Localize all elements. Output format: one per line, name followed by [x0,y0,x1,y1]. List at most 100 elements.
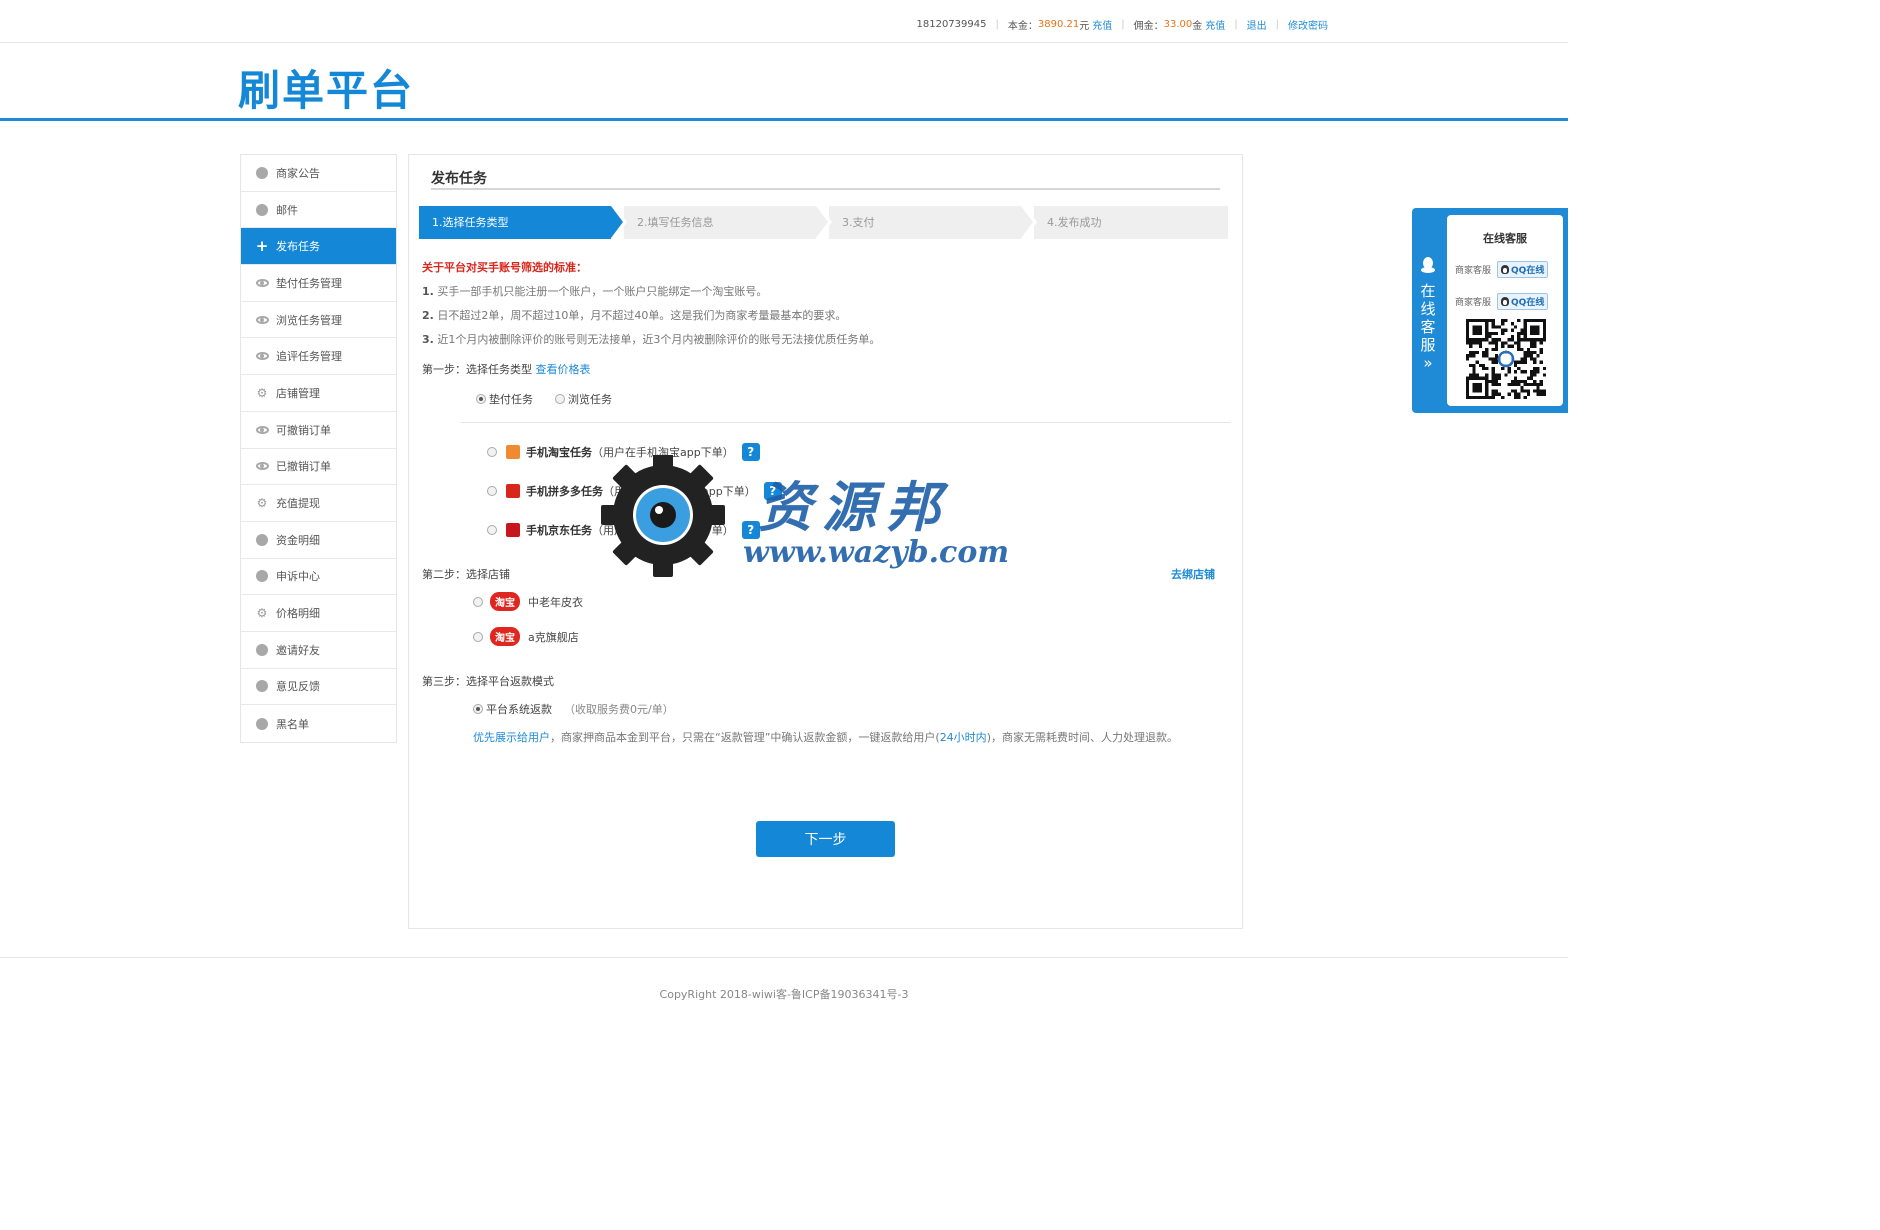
qq-online-button[interactable]: QQ在线 [1497,261,1549,278]
online-service-panel: 在 线 客 服 » 在线客服 商家客服 QQ在线 商家客服 QQ在线 [1412,208,1568,413]
step2-label: 第二步：选择店铺 [422,568,510,581]
store-option[interactable]: 淘宝 a克旗舰店 [473,627,579,646]
platform-option-taobao[interactable]: 手机淘宝任务 （用户在手机淘宝app下单） ? [487,443,760,461]
site-header: 刷单平台 [0,43,1568,121]
sidebar-nav: 商家公告 邮件 + 发布任务 垫付任务管理 浏览任务管理 追评任务管理 ⚙ 店铺管理 可撤销订单已… [240,154,397,743]
sidebar-item-6[interactable]: 追评任务管理 [241,338,396,376]
step-arrow [611,206,623,238]
platform-radio[interactable] [487,486,497,496]
help-icon[interactable]: ? [763,482,782,500]
title-divider [431,188,1220,190]
rule-item: 2. 日不超过2单，周不超过10单，月不超过40单。这是我们为商家考量最基本的要… [422,307,846,323]
sidebar-item-12[interactable]: 申诉中心 [241,558,396,596]
eye-icon [255,459,269,473]
logout-link[interactable]: 退出 [1247,17,1267,32]
task-type-radio-browse[interactable] [555,394,565,404]
separator: | [1234,19,1238,30]
service-row: 商家客服 QQ在线 [1455,293,1549,310]
sidebar-item-5[interactable]: 浏览任务管理 [241,301,396,339]
sidebar-item-11[interactable]: 资金明细 [241,521,396,559]
commission-label: 佣金： [1133,21,1164,32]
database-icon [255,533,269,547]
service-label: 商家客服 [1455,266,1492,276]
refund-desc-text: ，商家押商品本金到平台，只需在“返款管理”中确认返款金额，一键返款给用户( [550,731,940,744]
store-radio[interactable] [473,631,483,642]
platform-note: （用户在手机淘宝app下单） [592,446,734,459]
qq-online-label: QQ在线 [1511,298,1545,308]
help-icon[interactable]: ? [741,443,760,461]
commission-unit: 金 [1192,21,1203,32]
step-arrow [816,206,828,238]
sidebar-item-label: 邀请好友 [276,643,320,657]
platform-name: 手机京东任务 [526,524,592,537]
sidebar-item-label: 充值提现 [276,497,320,511]
task-type-label: 垫付任务 [489,393,533,406]
task-type-radio-advance[interactable] [476,394,486,404]
sidebar-item-1[interactable]: 商家公告 [241,155,396,192]
sidebar-item-label: 商家公告 [276,166,320,180]
footer-copyright: CopyRight 2018-wiwi客-鲁ICP备19036341号-3 [659,988,909,1001]
store-option[interactable]: 淘宝 中老年皮衣 [473,592,583,611]
sidebar-item-9[interactable]: 已撤销订单 [241,448,396,486]
help-icon[interactable]: ? [741,521,760,539]
store-radio[interactable] [473,596,483,607]
sidebar-item-8[interactable]: 可撤销订单 [241,411,396,449]
platform-radio[interactable] [487,525,497,535]
plus-icon: + [255,237,269,256]
sidebar-item-10[interactable]: ⚙ 充值提现 [241,485,396,522]
priority-display-link[interactable]: 优先展示给用户 [473,729,550,745]
sidebar-item-4[interactable]: 垫付任务管理 [241,265,396,302]
step-2: 2.填写任务信息 [624,206,832,239]
platform-option-pinduoduo[interactable]: 手机拼多多任务 （用户在手机拼多多app下单） ? [487,482,782,500]
refund-mode-radio[interactable] [473,704,483,714]
bind-store-link[interactable]: 去绑店铺 [1171,566,1215,582]
step-3-label: 3.支付 [842,216,875,229]
eye-icon [255,276,269,290]
qq-online-button[interactable]: QQ在线 [1497,293,1549,310]
taobao-badge: 淘宝 [490,592,520,611]
online-service-tab[interactable]: 在 线 客 服 » [1412,208,1444,413]
section-divider [461,422,1231,423]
sidebar-item-16[interactable]: 黑名单 [241,705,396,742]
sidebar-item-2[interactable]: 邮件 [241,191,396,229]
sidebar-item-7[interactable]: ⚙ 店铺管理 [241,375,396,412]
recharge-principal-link[interactable]: 充值 [1092,17,1112,32]
sidebar-item-label: 邮件 [276,203,298,217]
sidebar-item-label: 店铺管理 [276,386,320,400]
tab-char: 客 [1420,318,1436,336]
site-logo[interactable]: 刷单平台 [238,57,414,118]
refund-mode-option[interactable]: 平台系统返款 （收取服务费0元/单） [473,701,674,717]
service-content: 在线客服 商家客服 QQ在线 商家客服 QQ在线 [1447,215,1563,406]
jd-app-icon [506,523,520,537]
service-label: 商家客服 [1455,298,1492,308]
platform-name: 手机拼多多任务 [526,485,603,498]
page-title: 发布任务 [431,171,487,187]
taobao-app-icon [506,445,520,459]
refund-desc-text: )，商家无需耗费时间、人力处理退款。 [986,731,1178,744]
step-4: 4.发布成功 [1034,206,1228,239]
principal-label: 本金： [1007,21,1038,32]
gear-icon: ⚙ [256,606,268,621]
sidebar-item-3[interactable]: + 发布任务 [241,228,396,266]
price-table-link[interactable]: 查看价格表 [536,363,591,376]
sidebar-item-label: 价格明细 [276,607,320,621]
next-step-button[interactable]: 下一步 [756,821,895,857]
qq-icon [1412,256,1444,278]
eye-icon [255,313,269,327]
step-3: 3.支付 [829,206,1037,239]
sidebar-item-13[interactable]: ⚙ 价格明细 [241,595,396,632]
recharge-commission-link[interactable]: 充值 [1205,17,1225,32]
sidebar-item-label: 可撤销订单 [276,423,331,437]
change-password-link[interactable]: 修改密码 [1288,17,1328,32]
tab-char: 线 [1420,300,1436,318]
sidebar-item-14[interactable]: 邀请好友 [241,631,396,669]
platform-option-jd[interactable]: 手机京东任务 （用户在手机京东app下单） ? [487,521,760,539]
separator: | [1121,19,1125,30]
store-name: 中老年皮衣 [528,595,583,609]
platform-radio[interactable] [487,447,497,457]
sidebar-item-15[interactable]: 意见反馈 [241,668,396,706]
rule-item: 3. 近1个月内被删除评价的账号则无法接单，近3个月内被删除评价的账号无法接优质… [422,331,880,347]
step-4-label: 4.发布成功 [1047,216,1102,229]
penguin-icon [1501,297,1510,306]
refund-time-highlight: 24小时内 [939,731,987,744]
